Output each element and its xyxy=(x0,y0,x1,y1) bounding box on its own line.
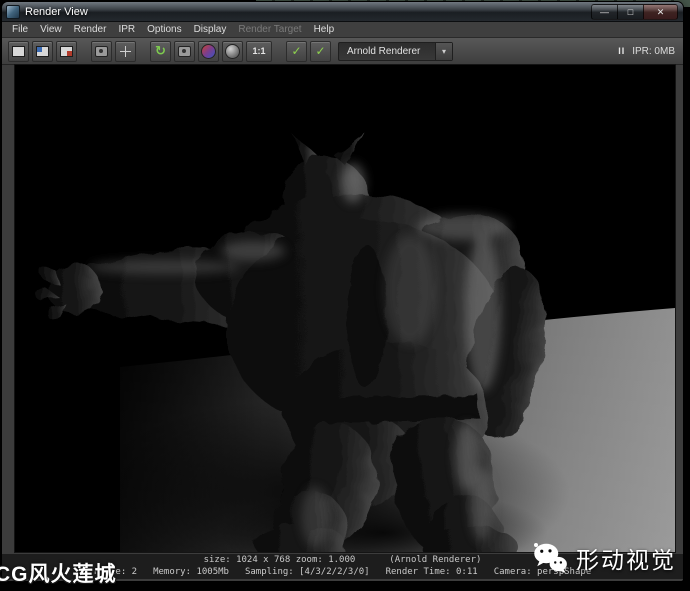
pause-ipr-icon[interactable]: II xyxy=(618,46,625,56)
rgb-channels-icon[interactable] xyxy=(198,40,219,62)
menu-bar: File View Render IPR Options Display Ren… xyxy=(2,22,683,38)
menu-help[interactable]: Help xyxy=(308,24,341,35)
menu-options[interactable]: Options xyxy=(141,24,187,35)
watermark-bottom-right: 形动视觉 xyxy=(532,541,676,575)
snapshot-icon[interactable] xyxy=(174,40,195,62)
region-toggle-icon[interactable]: ✓ xyxy=(310,40,331,62)
title-bar[interactable]: Render View — □ ✕ xyxy=(2,2,683,22)
toolbar-right: II IPR: 0MB xyxy=(618,46,677,57)
watermark-bottom-left: CG风火莲城 xyxy=(0,563,117,586)
menu-ipr[interactable]: IPR xyxy=(112,24,141,35)
screenshot-root: { "window": { "title": "Render View", "c… xyxy=(0,0,690,591)
watermark-brand-text: 形动视觉 xyxy=(576,548,676,573)
save-image-icon[interactable] xyxy=(8,40,29,62)
zoom-one-to-one-icon[interactable]: 1:1 xyxy=(246,40,272,62)
window-title: Render View xyxy=(25,5,88,18)
render-view-app-icon xyxy=(6,4,20,19)
menu-file[interactable]: File xyxy=(6,24,34,35)
status-render-time: Render Time: 0:11 xyxy=(385,567,478,577)
remove-image-icon[interactable] xyxy=(56,40,77,62)
render-region-icon[interactable] xyxy=(115,40,136,62)
render-view-window: Render View — □ ✕ File View Render IPR O… xyxy=(2,2,683,581)
maximize-button[interactable]: □ xyxy=(617,4,643,20)
refresh-icon[interactable]: ↻ xyxy=(150,40,171,62)
alpha-channel-icon[interactable] xyxy=(222,40,243,62)
toolbar: ↻ 1:1 ✓ ✓ Arnold Renderer ▾ II IPR: 0MB xyxy=(2,38,683,65)
ipr-toggle-icon[interactable]: ✓ xyxy=(286,40,307,62)
chevron-down-icon[interactable]: ▾ xyxy=(435,42,452,60)
window-controls: — □ ✕ xyxy=(591,4,678,20)
menu-display[interactable]: Display xyxy=(188,24,233,35)
ipr-memory-status: IPR: 0MB xyxy=(632,45,675,57)
close-button[interactable]: ✕ xyxy=(643,4,678,20)
wechat-icon xyxy=(534,543,567,573)
renderer-dropdown[interactable]: Arnold Renderer ▾ xyxy=(338,41,453,61)
status-sampling: Sampling: [4/3/2/2/3/0] xyxy=(244,567,370,577)
status-size-zoom: size: 1024 x 768 zoom: 1.000 xyxy=(203,555,356,565)
renderer-dropdown-value: Arnold Renderer xyxy=(347,45,421,57)
render-viewport[interactable] xyxy=(14,64,676,553)
keep-image-icon[interactable] xyxy=(32,40,53,62)
menu-render[interactable]: Render xyxy=(68,24,113,35)
rendered-image xyxy=(15,65,675,552)
status-renderer: (Arnold Renderer) xyxy=(389,555,482,565)
menu-view[interactable]: View xyxy=(34,24,68,35)
open-render-settings-icon[interactable] xyxy=(91,40,112,62)
menu-render-target: Render Target xyxy=(238,24,302,35)
minimize-button[interactable]: — xyxy=(591,4,617,20)
status-memory: Memory: 1005Mb xyxy=(153,567,229,577)
